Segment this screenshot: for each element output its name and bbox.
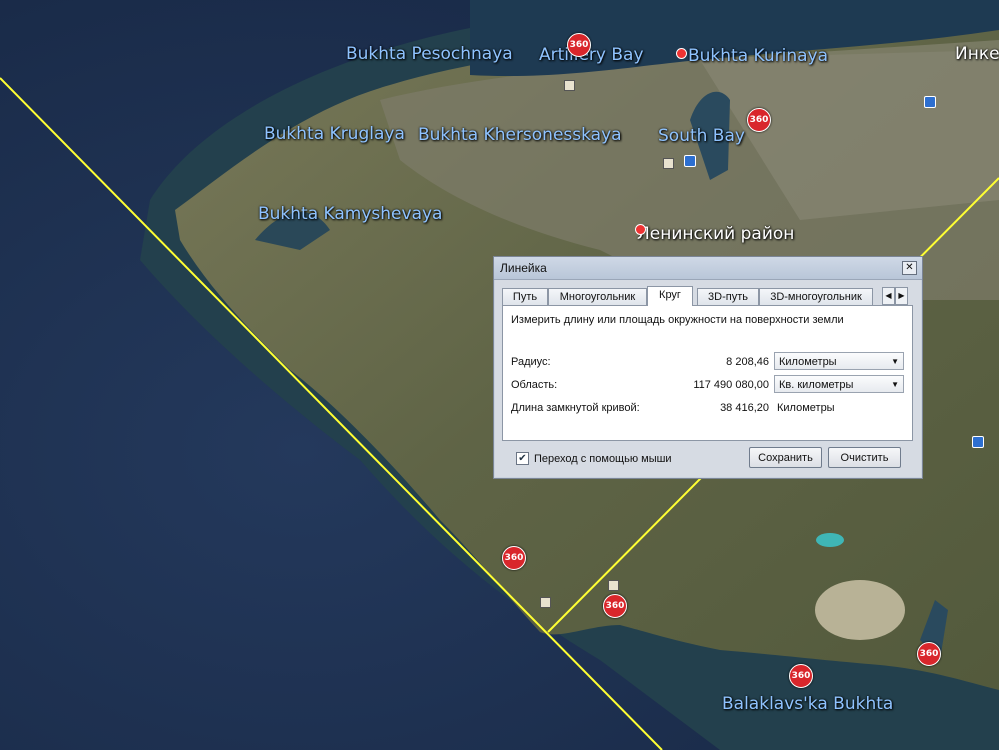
quarry-lake <box>816 533 844 547</box>
label-bukhta-kurinaya[interactable]: Bukhta Kurinaya <box>688 46 828 66</box>
tab-3d-polygon[interactable]: 3D-многоугольник <box>759 288 873 305</box>
building-icon[interactable] <box>608 580 619 591</box>
radius-unit-value: Километры <box>779 356 837 368</box>
circle-tab-panel: Измерить длину или площадь окружности на… <box>502 305 913 441</box>
circumference-label: Длина замкнутой кривой: <box>511 402 640 414</box>
chevron-down-icon: ▼ <box>891 380 899 389</box>
clear-button[interactable]: Очистить <box>828 447 901 468</box>
panorama-360-icon[interactable]: 360 <box>502 546 526 570</box>
panorama-360-icon[interactable]: 360 <box>789 664 813 688</box>
tab-strip: Путь Многоугольник Круг 3D-путь 3D-много… <box>502 286 912 306</box>
area-value: 117 490 080,00 <box>693 379 769 391</box>
radius-value: 8 208,46 <box>726 356 769 368</box>
bus-stop-icon[interactable] <box>972 436 984 448</box>
tab-path[interactable]: Путь <box>502 288 548 305</box>
label-artillery-bay[interactable]: Artillery Bay <box>539 45 644 65</box>
area-unit-value: Кв. километры <box>779 379 854 391</box>
label-inke[interactable]: Инке <box>955 44 999 64</box>
mouse-navigation-label[interactable]: Переход с помощью мыши <box>534 453 672 465</box>
bus-stop-icon[interactable] <box>684 155 696 167</box>
building-icon[interactable] <box>663 158 674 169</box>
circumference-value: 38 416,20 <box>720 402 769 414</box>
panorama-360-icon[interactable]: 360 <box>917 642 941 666</box>
dialog-titlebar[interactable]: Линейка ✕ <box>494 257 922 280</box>
building-icon[interactable] <box>540 597 551 608</box>
location-pin-icon[interactable] <box>635 224 646 235</box>
bus-stop-icon[interactable] <box>924 96 936 108</box>
area-label: Область: <box>511 379 558 391</box>
radius-label: Радиус: <box>511 356 551 368</box>
label-balaklavska-bukhta[interactable]: Balaklavs'ka Bukhta <box>722 694 893 714</box>
panorama-360-icon[interactable]: 360 <box>567 33 591 57</box>
radius-unit-select[interactable]: Километры ▼ <box>774 352 904 370</box>
circumference-unit: Километры <box>777 402 835 414</box>
tab-scroll-right-icon[interactable]: ▶ <box>895 287 908 305</box>
label-bukhta-pesochnaya[interactable]: Bukhta Pesochnaya <box>346 44 513 64</box>
close-icon[interactable]: ✕ <box>902 261 917 275</box>
panorama-360-icon[interactable]: 360 <box>747 108 771 132</box>
ruler-dialog: Линейка ✕ Путь Многоугольник Круг 3D-пут… <box>493 256 923 479</box>
tab-scroll-left-icon[interactable]: ◀ <box>882 287 895 305</box>
label-leninsky-district[interactable]: Ленинский район <box>637 224 794 244</box>
label-bukhta-kamyshevaya[interactable]: Bukhta Kamyshevaya <box>258 204 442 224</box>
area-unit-select[interactable]: Кв. километры ▼ <box>774 375 904 393</box>
label-south-bay[interactable]: South Bay <box>658 126 745 146</box>
tab-3d-path[interactable]: 3D-путь <box>697 288 759 305</box>
save-button[interactable]: Сохранить <box>749 447 822 468</box>
building-icon[interactable] <box>564 80 575 91</box>
quarry <box>815 580 905 640</box>
panorama-360-icon[interactable]: 360 <box>603 594 627 618</box>
label-bukhta-khersonesskaya[interactable]: Bukhta Khersonesskaya <box>418 125 622 145</box>
mouse-navigation-checkbox[interactable]: ✔ <box>516 452 529 465</box>
description-text: Измерить длину или площадь окружности на… <box>511 314 844 326</box>
dialog-title: Линейка <box>500 261 547 275</box>
tab-circle[interactable]: Круг <box>647 286 693 306</box>
location-pin-icon[interactable] <box>676 48 687 59</box>
label-bukhta-kruglaya[interactable]: Bukhta Kruglaya <box>264 124 405 144</box>
chevron-down-icon: ▼ <box>891 357 899 366</box>
tab-polygon[interactable]: Многоугольник <box>548 288 647 305</box>
